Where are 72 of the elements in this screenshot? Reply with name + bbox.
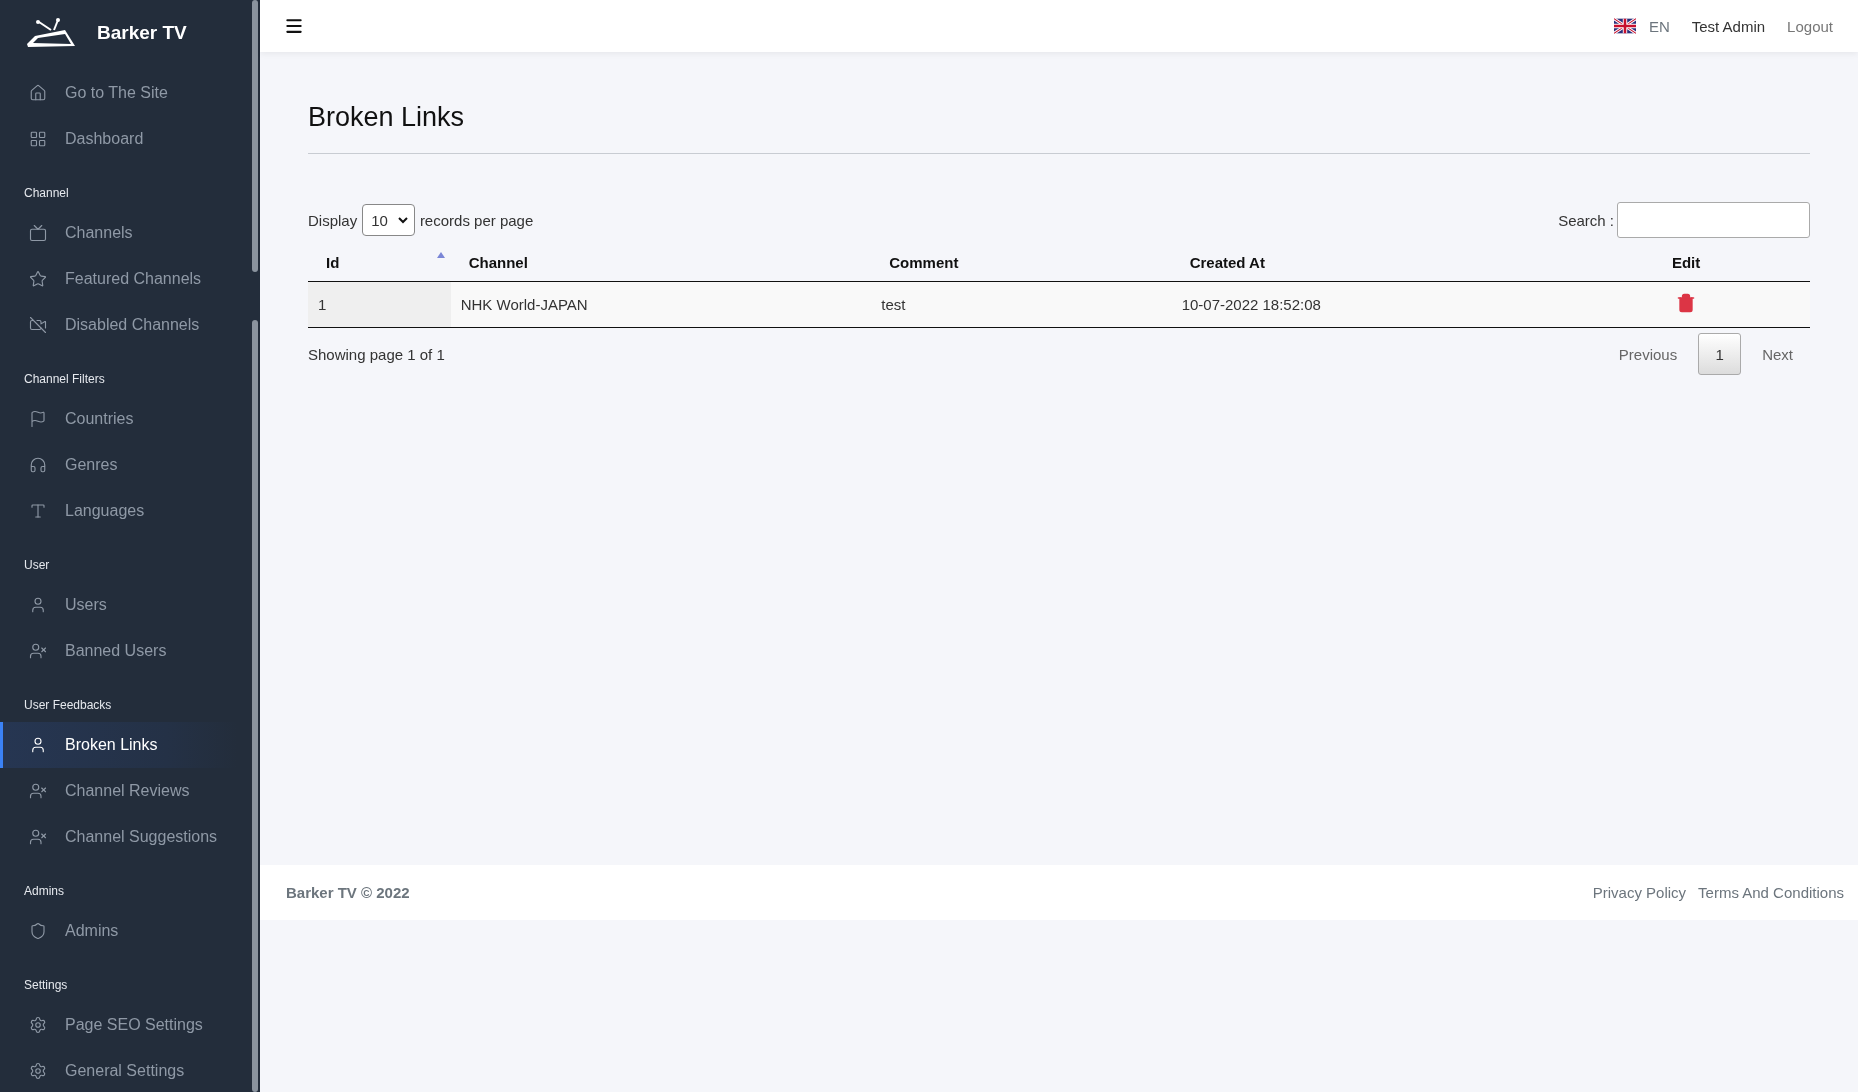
sidebar-item[interactable]: Page SEO Settings: [0, 1002, 238, 1048]
user-x-icon: [29, 782, 47, 800]
settings-icon: [29, 1016, 47, 1034]
sidebar-item[interactable]: Countries: [0, 396, 238, 442]
sidebar-section-title: Channel: [23, 185, 70, 202]
tv-icon: [29, 224, 47, 242]
table-cell: 1: [308, 281, 451, 328]
sidebar-item[interactable]: Channels: [0, 210, 238, 256]
settings-icon: [29, 1062, 47, 1080]
user-name: Test Admin: [1691, 17, 1766, 35]
sidebar-item[interactable]: Languages: [0, 488, 238, 534]
sidebar-item[interactable]: Disabled Channels: [0, 302, 238, 348]
sidebar-section-title: Settings: [23, 977, 69, 994]
column-header[interactable]: Created At: [1171, 244, 1563, 282]
home-icon: [29, 84, 47, 102]
search-field[interactable]: [1617, 202, 1810, 238]
sidebar-item[interactable]: Genres: [0, 442, 238, 488]
user-x-icon: [29, 828, 47, 846]
logout-link[interactable]: Logout: [1787, 17, 1833, 35]
table-cell: 10-07-2022 18:52:08: [1171, 281, 1563, 328]
search-label: Search :: [1558, 211, 1614, 229]
sidebar-section-title: User Feedbacks: [23, 697, 113, 714]
uk-flag-icon: [1613, 18, 1636, 34]
display-label: Display: [308, 211, 358, 229]
text-icon: [29, 502, 47, 520]
next-link[interactable]: Next: [1745, 337, 1810, 371]
page-title: Broken Links: [308, 102, 1810, 154]
flag-icon: [29, 410, 47, 428]
video-off-icon: [29, 316, 47, 334]
sidebar-item[interactable]: Channel Reviews: [0, 768, 238, 814]
delete-button[interactable]: [1676, 293, 1697, 313]
sidebar-item[interactable]: Go to The Site: [0, 70, 238, 116]
headphones-icon: [29, 456, 47, 474]
tv-logo-icon: [25, 18, 77, 48]
column-header[interactable]: Comment: [871, 244, 1172, 282]
sidebar-section-title: Channel Filters: [23, 371, 106, 388]
shield-icon: [29, 922, 47, 940]
language-selector[interactable]: EN: [1613, 17, 1670, 35]
copyright-text: Barker TV © 2022: [286, 884, 410, 901]
footer-link[interactable]: Terms And Conditions: [1698, 884, 1844, 901]
table-cell: NHK World-JAPAN: [450, 281, 872, 328]
table-cell: test: [871, 281, 1172, 328]
sidebar-item[interactable]: Featured Channels: [0, 256, 238, 302]
footer-link[interactable]: Privacy Policy: [1592, 884, 1687, 901]
column-header[interactable]: Id: [308, 244, 451, 282]
per-page-select[interactable]: 10: [362, 204, 415, 236]
chevron-down-icon: [397, 216, 408, 224]
sort-ascending-icon: [436, 252, 445, 258]
user-icon: [29, 596, 47, 614]
star-icon: [29, 270, 47, 288]
page-summary: Showing page 1 of 1: [308, 345, 445, 363]
sidebar-item[interactable]: Dashboard: [0, 116, 238, 162]
brand-name: Barker TV: [97, 22, 187, 44]
column-header[interactable]: Edit: [1562, 244, 1810, 282]
column-header[interactable]: Channel: [450, 244, 872, 282]
sidebar-item[interactable]: General Settings: [0, 1048, 238, 1092]
grid-icon: [29, 130, 47, 148]
sidebar-item[interactable]: Users: [0, 582, 238, 628]
previous-link[interactable]: Previous: [1601, 337, 1695, 371]
sidebar-section-title: Admins: [23, 883, 65, 900]
page-button[interactable]: 1: [1698, 333, 1742, 375]
per-page-label: records per page: [419, 211, 534, 229]
sidebar-section-title: User: [23, 557, 51, 574]
sidebar-item[interactable]: Channel Suggestions: [0, 814, 238, 860]
scrollbar-thumb[interactable]: [252, 0, 258, 272]
user-icon: [29, 736, 47, 754]
user-x-icon: [29, 642, 47, 660]
sidebar-item[interactable]: Banned Users: [0, 628, 238, 674]
sidebar-item[interactable]: Admins: [0, 908, 238, 954]
scrollbar-thumb[interactable]: [252, 320, 258, 1092]
trash-icon: [1676, 293, 1697, 313]
menu-button[interactable]: [284, 16, 304, 36]
